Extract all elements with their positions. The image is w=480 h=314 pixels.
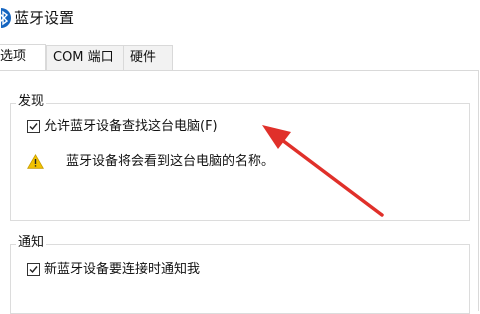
checkmark-icon	[29, 266, 38, 274]
tab-strip: 选项 COM 端口 硬件	[0, 44, 480, 71]
checkmark-icon	[29, 123, 38, 131]
notify-new-device-checkbox[interactable]	[27, 263, 40, 276]
allow-discovery-checkbox[interactable]	[27, 120, 40, 133]
tab-com-ports[interactable]: COM 端口	[46, 45, 124, 70]
warning-text: 蓝牙设备将会看到这台电脑的名称。	[66, 154, 275, 169]
window-title: 蓝牙设置	[14, 9, 75, 27]
notify-new-device-label: 新蓝牙设备要连接时通知我	[44, 262, 201, 277]
title-bar: 蓝牙设置	[0, 0, 480, 38]
tab-hardware[interactable]: 硬件	[123, 45, 173, 70]
notifications-group	[10, 244, 470, 314]
allow-discovery-label: 允许蓝牙设备查找这台电脑(F)	[44, 119, 218, 134]
bluetooth-icon	[1, 8, 11, 28]
warning-icon	[27, 154, 44, 173]
discovery-group-label: 发现	[16, 94, 47, 110]
tab-options[interactable]: 选项	[0, 44, 46, 70]
notifications-group-label: 通知	[16, 235, 47, 251]
